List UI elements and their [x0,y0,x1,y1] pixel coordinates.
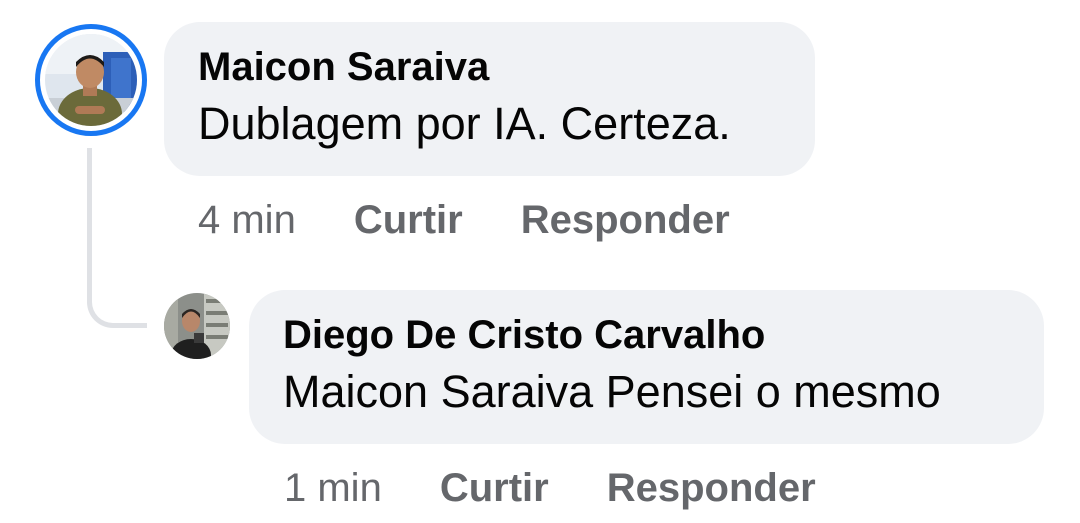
avatar-story-ring[interactable] [35,24,147,136]
comment-actions: 4 min Curtir Responder [198,197,730,243]
comment-timestamp[interactable]: 4 min [198,197,296,243]
thread-connector-line [87,148,147,328]
like-button[interactable]: Curtir [440,465,549,511]
reply-timestamp[interactable]: 1 min [284,465,382,511]
reply-bubble: Diego De Cristo Carvalho Maicon Saraiva … [249,290,1044,444]
reply-button[interactable]: Responder [521,197,730,243]
comment-author-name[interactable]: Maicon Saraiva [198,44,781,90]
avatar[interactable] [164,293,230,359]
reply-text: Maicon Saraiva Pensei o mesmo [283,366,941,417]
avatar[interactable] [45,34,137,126]
comment-bubble: Maicon Saraiva Dublagem por IA. Certeza. [164,22,815,176]
reply-button[interactable]: Responder [607,465,816,511]
like-button[interactable]: Curtir [354,197,463,243]
reply-actions: 1 min Curtir Responder [284,465,816,511]
comment-text: Dublagem por IA. Certeza. [198,98,731,149]
reply-author-name[interactable]: Diego De Cristo Carvalho [283,312,1010,358]
comment-thread: Maicon Saraiva Dublagem por IA. Certeza.… [0,0,1080,523]
